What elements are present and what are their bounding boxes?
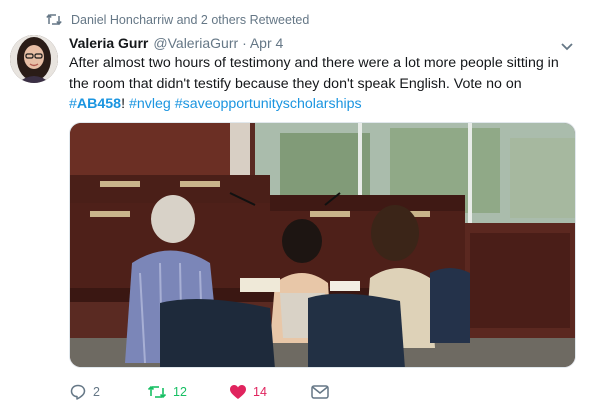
reply-icon xyxy=(70,384,86,400)
hashtag-nvleg[interactable]: #nvleg xyxy=(129,96,171,112)
retweet-context[interactable]: Daniel Honcharriw and 2 others Retweeted xyxy=(46,11,309,29)
tweet-header: Valeria Gurr @ValeriaGurr · Apr 4 xyxy=(69,35,283,55)
author-name[interactable]: Valeria Gurr xyxy=(69,35,148,51)
separator-dot: · xyxy=(242,35,247,51)
heart-icon xyxy=(230,385,246,399)
author-handle[interactable]: @ValeriaGurr xyxy=(153,35,238,51)
hashtag-saveopportunityscholarships[interactable]: #saveopportunityscholarships xyxy=(175,96,362,112)
hashtag-ab458[interactable]: #AB458 xyxy=(69,96,121,112)
tweet-photo[interactable] xyxy=(69,122,576,368)
envelope-icon xyxy=(311,385,329,399)
retweet-button[interactable]: 12 xyxy=(147,382,229,402)
reply-count: 2 xyxy=(93,385,100,399)
direct-message-button[interactable] xyxy=(311,382,335,402)
retweet-icon xyxy=(147,385,167,399)
exclamation: ! xyxy=(121,96,126,112)
retweet-context-text: Daniel Honcharriw and 2 others Retweeted xyxy=(71,13,310,27)
reply-button[interactable]: 2 xyxy=(69,382,147,402)
like-button[interactable]: 14 xyxy=(229,382,311,402)
like-count: 14 xyxy=(253,385,267,399)
retweet-count: 12 xyxy=(173,385,187,399)
tweet-text: After almost two hours of testimony and … xyxy=(69,53,574,115)
retweet-icon xyxy=(46,13,62,27)
tweet-body: After almost two hours of testimony and … xyxy=(69,55,559,92)
tweet-actions: 2 12 14 xyxy=(69,382,335,402)
timestamp[interactable]: Apr 4 xyxy=(250,35,283,51)
avatar[interactable] xyxy=(10,35,58,83)
chevron-down-icon[interactable] xyxy=(560,39,574,51)
